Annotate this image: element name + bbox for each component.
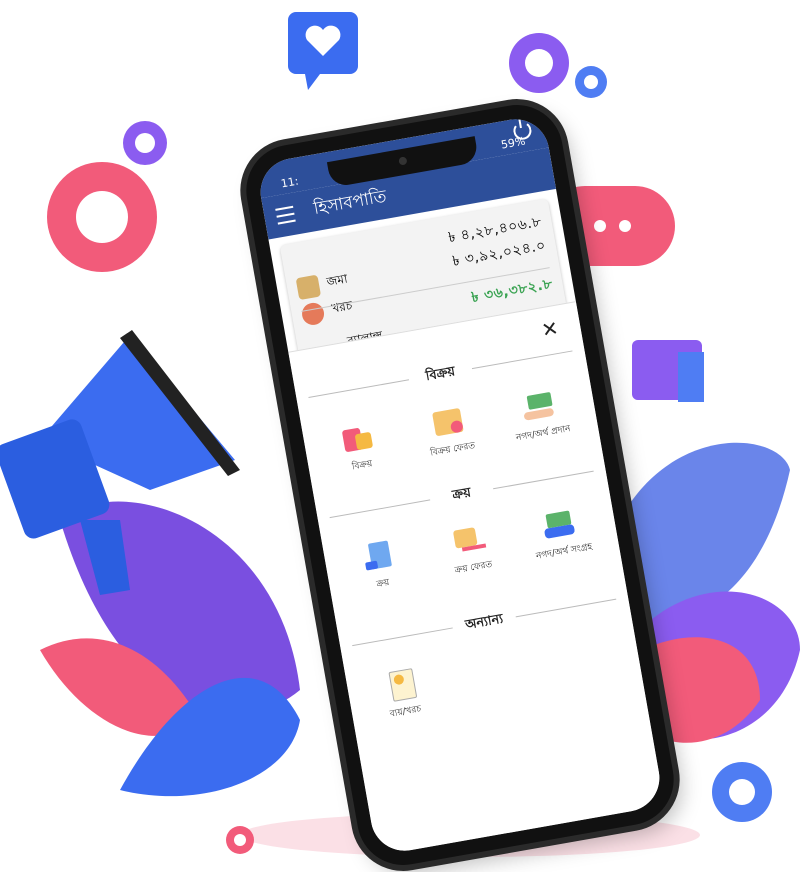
tile-purchase-return[interactable]: ক্রয় ফেরত	[422, 517, 519, 583]
tile-purchase[interactable]: ক্রয়	[331, 533, 428, 599]
shopping-bags-icon	[337, 419, 378, 457]
cash-give-icon	[518, 387, 559, 425]
cash-receive-icon	[539, 505, 580, 543]
app-title: হিসাবপাতি	[312, 186, 389, 220]
thumbs-up-icon	[632, 340, 704, 402]
deposit-icon	[295, 274, 322, 301]
tile-label: নগদ/অর্থ সংগ্রহ	[535, 542, 594, 562]
tile-label: বিক্রয়	[351, 459, 374, 473]
tile-cash-collection[interactable]: নগদ/অর্থ সংগ্রহ	[512, 501, 609, 567]
return-arrow-box-icon	[448, 521, 489, 559]
tile-label: ব্যয়/খরচ	[389, 704, 423, 720]
section-title-other: অন্যান্য	[351, 590, 619, 657]
tile-label: ক্রয়	[375, 577, 391, 590]
return-box-icon	[427, 403, 468, 441]
menu-icon[interactable]	[275, 205, 296, 225]
deposit-label: জমা	[325, 271, 349, 289]
tile-expense[interactable]: ব্যয়/খরচ	[354, 661, 451, 727]
tile-label: নগদ/অর্থ প্রদান	[515, 424, 572, 444]
tile-label: ক্রয় ফেরত	[454, 559, 493, 577]
heart-bubble-icon	[288, 12, 358, 90]
tile-sales[interactable]: বিক্রয়	[310, 415, 407, 481]
tile-label: বিক্রয় ফেরত	[429, 440, 476, 459]
tile-cash-payment[interactable]: নগদ/অর্থ প্রদান	[491, 383, 588, 449]
status-time: 11:	[279, 174, 300, 191]
purchase-doc-icon	[358, 537, 399, 575]
camera-icon	[398, 156, 408, 166]
close-icon[interactable]: ✕	[540, 316, 561, 343]
expense-bill-icon	[380, 665, 421, 703]
tile-sales-return[interactable]: বিক্রয় ফেরত	[401, 399, 498, 465]
